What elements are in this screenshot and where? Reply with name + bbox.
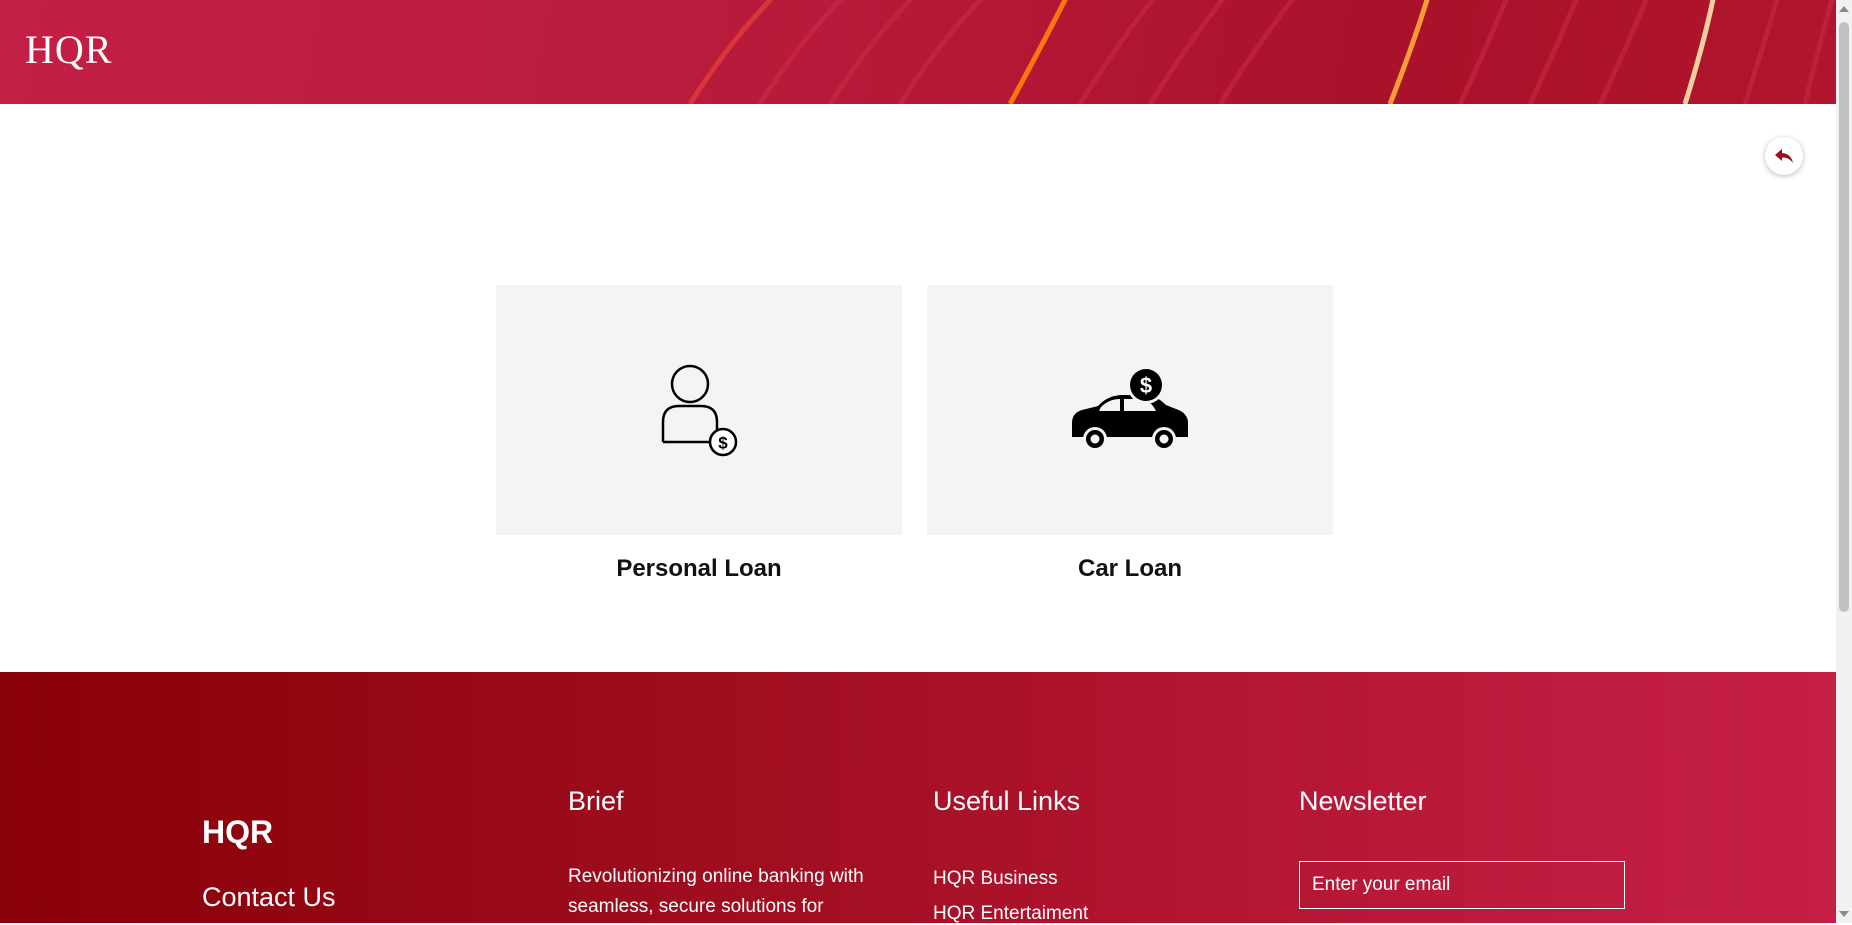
- person-dollar-icon: $: [661, 364, 738, 457]
- header-decorative-lines: [687, 0, 1835, 104]
- car-dollar-icon: $: [1072, 366, 1188, 451]
- svg-text:$: $: [718, 434, 728, 453]
- back-button[interactable]: [1765, 137, 1803, 175]
- car-loan-label: Car Loan: [1077, 555, 1182, 582]
- scroll-thumb[interactable]: [1839, 22, 1849, 612]
- personal-loan-card[interactable]: $ Personal Loan: [496, 285, 902, 583]
- reply-arrow-icon: [1775, 149, 1793, 163]
- personal-loan-tile[interactable]: $: [496, 285, 902, 535]
- site-footer: HQR Contact Us Brief Revolutionizing onl…: [0, 672, 1836, 925]
- footer-useful-links-heading: Useful Links: [933, 786, 1081, 816]
- brand-logo[interactable]: HQR: [25, 24, 112, 76]
- footer-contact-us[interactable]: Contact Us: [202, 882, 336, 913]
- footer-brand: HQR: [202, 814, 274, 850]
- scroll-up-arrow-icon[interactable]: [1839, 6, 1849, 12]
- page-scrollbar[interactable]: [1836, 0, 1852, 923]
- footer-brief-text: Revolutionizing online banking with seam…: [568, 866, 864, 917]
- footer-link-hqr-business[interactable]: HQR Business: [933, 868, 1058, 890]
- footer-link-hqr-entertainment[interactable]: HQR Entertaiment: [933, 903, 1088, 925]
- car-loan-tile[interactable]: $: [927, 285, 1333, 535]
- site-header: HQR: [0, 0, 1836, 104]
- personal-loan-label: Personal Loan: [616, 555, 782, 582]
- car-loan-card[interactable]: $ Car Loan: [927, 285, 1333, 583]
- footer-brief-heading: Brief: [568, 786, 624, 816]
- svg-text:$: $: [1140, 373, 1152, 398]
- footer-newsletter-heading: Newsletter: [1299, 786, 1427, 816]
- newsletter-email-input[interactable]: [1299, 861, 1625, 909]
- scroll-down-arrow-icon[interactable]: [1839, 911, 1849, 917]
